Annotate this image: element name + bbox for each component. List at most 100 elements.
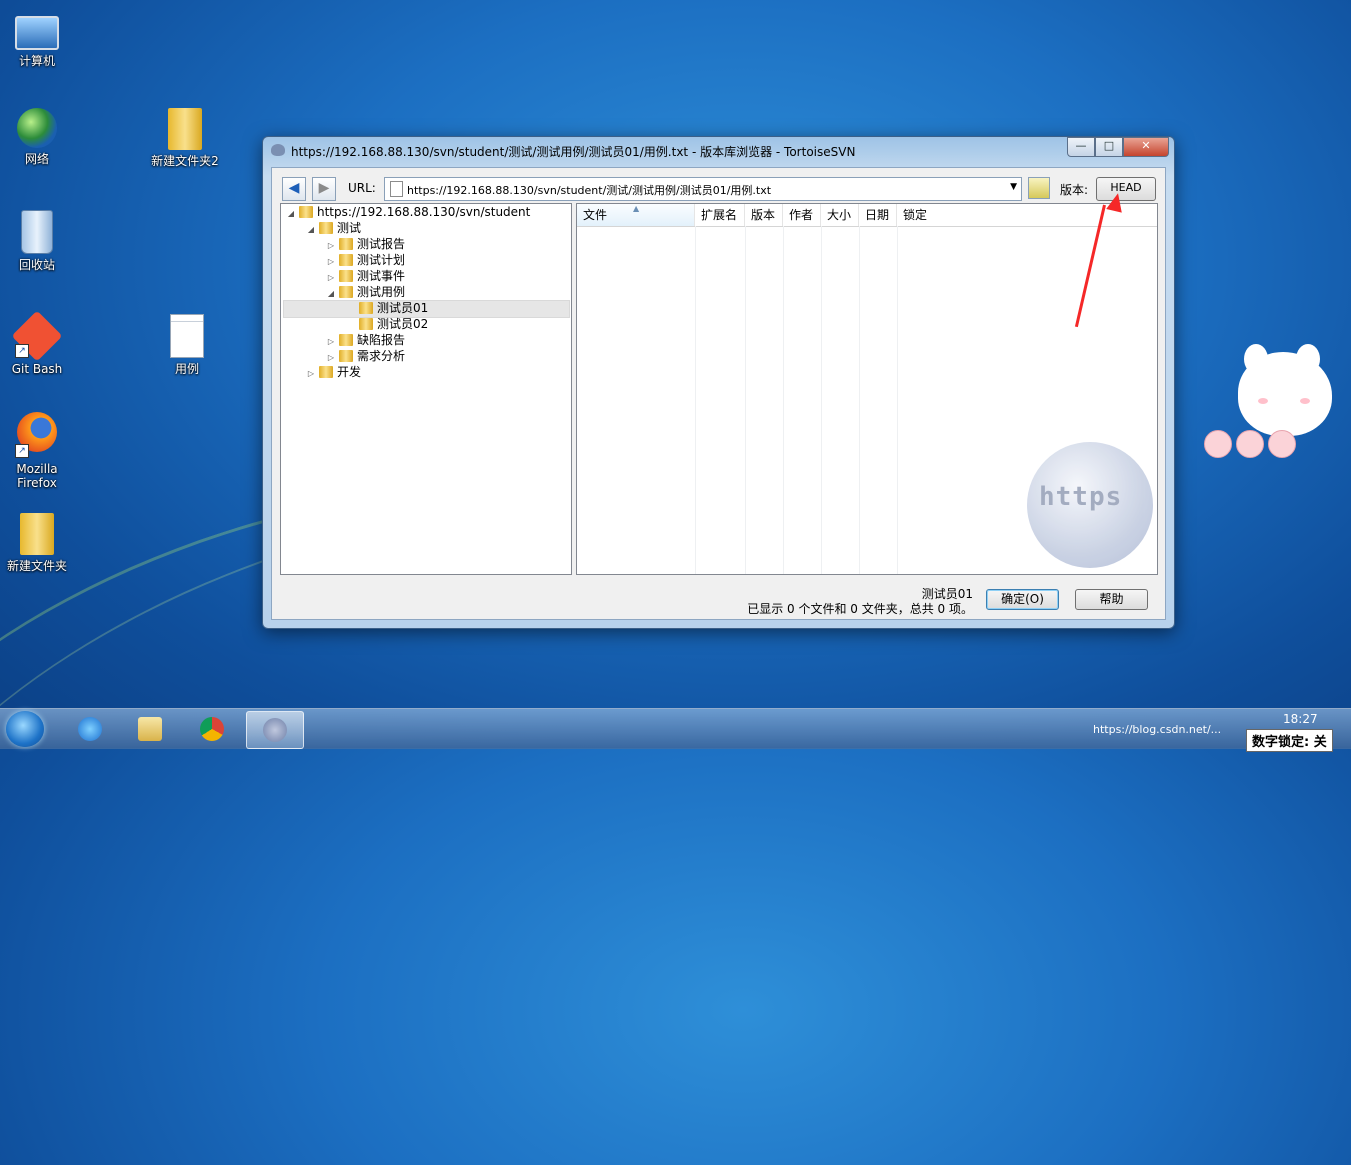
- file-explorer-icon: [138, 717, 162, 741]
- tree-node-label: 缺陷报告: [357, 333, 406, 347]
- folder-icon: [319, 222, 333, 234]
- taskbar-explorer[interactable]: [122, 711, 178, 747]
- desktop-icon-label: 回收站: [18, 258, 55, 272]
- arrow-right-icon: ▶: [318, 180, 330, 196]
- network-icon: [17, 108, 57, 148]
- desktop-icon-recycle-bin[interactable]: 回收站: [0, 210, 74, 273]
- column-header-extension[interactable]: 扩展名: [695, 204, 745, 226]
- file-list[interactable]: 文件 ▲ 扩展名 版本 作者 大小 日期 锁定 https: [576, 203, 1158, 575]
- numlock-indicator: 数字锁定: 关: [1246, 729, 1333, 752]
- url-combobox[interactable]: https://192.168.88.130/svn/student/测试/测试…: [384, 177, 1022, 201]
- desktop-icon-label: 计算机: [18, 54, 55, 68]
- text-file-icon: [170, 314, 204, 358]
- folder-icon: [339, 286, 353, 298]
- column-header-revision[interactable]: 版本: [745, 204, 783, 226]
- recycle-bin-icon: [21, 210, 53, 254]
- tree-node[interactable]: 测试员02: [345, 316, 428, 332]
- column-header-date[interactable]: 日期: [859, 204, 897, 226]
- tree-node-label: 测试用例: [357, 285, 406, 299]
- desktop-icon-network[interactable]: 网络: [0, 108, 74, 167]
- computer-icon: [15, 16, 59, 50]
- tree-node[interactable]: ▷ 缺陷报告: [325, 332, 405, 348]
- refresh-button[interactable]: [1028, 177, 1050, 199]
- tree-node-label: 测试事件: [357, 269, 406, 283]
- tree-node[interactable]: ◢ 测试用例: [325, 284, 405, 300]
- tree-node[interactable]: ▷ 开发: [305, 364, 361, 380]
- tree-node-label: https://192.168.88.130/svn/student: [317, 205, 531, 219]
- tree-node-selected[interactable]: 测试员01: [345, 300, 428, 316]
- desktop-icon-git-bash[interactable]: ↗ Git Bash: [0, 310, 74, 376]
- expanded-triangle-icon[interactable]: ◢: [325, 286, 337, 302]
- tree-node-label: 测试员01: [377, 301, 429, 315]
- tree-node-label: 测试员02: [377, 317, 429, 331]
- taskbar-clock[interactable]: 18:27: [1283, 712, 1318, 726]
- forward-button[interactable]: ▶: [312, 177, 336, 201]
- expanded-triangle-icon[interactable]: ◢: [285, 206, 297, 222]
- title-bar[interactable]: https://192.168.88.130/svn/student/测试/测试…: [263, 137, 1174, 163]
- column-header-file[interactable]: 文件 ▲: [577, 204, 695, 226]
- column-header-lock[interactable]: 锁定: [897, 204, 957, 226]
- chevron-down-icon[interactable]: ▼: [1010, 182, 1017, 192]
- folder-icon: [319, 366, 333, 378]
- close-button[interactable]: ✕: [1123, 137, 1169, 157]
- tree-node[interactable]: ▷ 需求分析: [325, 348, 405, 364]
- tree-node-label: 测试: [337, 221, 362, 235]
- taskbar: https://blog.csdn.net/... 18:27 数字锁定: 关: [0, 708, 1351, 752]
- tree-node-label: 开发: [337, 365, 362, 379]
- url-label: URL:: [348, 181, 376, 195]
- start-button[interactable]: [6, 711, 44, 747]
- tree-node[interactable]: ◢ 测试: [305, 220, 361, 236]
- taskbar-tortoisesvn[interactable]: [246, 711, 304, 749]
- desktop-icon-label: 新建文件夹: [6, 559, 67, 573]
- dialog-client: ◀ ▶ URL: https://192.168.88.130/svn/stud…: [271, 167, 1166, 620]
- revision-head-button[interactable]: HEAD: [1096, 177, 1156, 201]
- shortcut-arrow-icon: ↗: [15, 444, 29, 458]
- tree-node-label: 需求分析: [357, 349, 406, 363]
- desktop-icon-yongli-file[interactable]: 用例: [150, 314, 224, 377]
- desktop-icon-new-folder[interactable]: 新建文件夹: [0, 513, 74, 574]
- desktop-icon-label: Git Bash: [11, 362, 63, 376]
- status-summary: 已显示 0 个文件和 0 文件夹，总共 0 项。: [747, 602, 973, 616]
- folder-icon: [20, 513, 54, 555]
- url-input[interactable]: https://192.168.88.130/svn/student/测试/测试…: [407, 182, 771, 198]
- url-toolbar: ◀ ▶ URL: https://192.168.88.130/svn/stud…: [282, 177, 1156, 201]
- pig-icon: [1204, 430, 1232, 458]
- pig-stickers: [1202, 430, 1336, 460]
- desktop-icon-label: Mozilla Firefox: [16, 462, 58, 490]
- shortcut-arrow-icon: ↗: [15, 344, 29, 358]
- system-tray-text: https://blog.csdn.net/...: [1093, 723, 1222, 736]
- column-header-size[interactable]: 大小: [821, 204, 859, 226]
- help-button[interactable]: 帮助: [1075, 589, 1148, 610]
- tree-node[interactable]: ▷ 测试计划: [325, 252, 405, 268]
- folder-icon: [359, 318, 373, 330]
- ok-button[interactable]: 确定(O): [986, 589, 1059, 610]
- taskbar-chrome[interactable]: [184, 711, 240, 747]
- desktop-icon-firefox[interactable]: ↗ Mozilla Firefox: [0, 412, 74, 490]
- pig-icon: [1268, 430, 1296, 458]
- folder-icon: [359, 302, 373, 314]
- folder-icon: [339, 350, 353, 362]
- expanded-triangle-icon[interactable]: ◢: [305, 222, 317, 238]
- sort-ascending-icon: ▲: [633, 204, 640, 213]
- tree-node-root[interactable]: ◢ https://192.168.88.130/svn/student: [285, 204, 530, 220]
- desktop-icon-computer[interactable]: 计算机: [0, 8, 74, 69]
- repo-browser-window: https://192.168.88.130/svn/student/测试/测试…: [262, 136, 1175, 629]
- desktop-icon-label: 新建文件夹2: [151, 154, 219, 168]
- tree-node[interactable]: ▷ 测试报告: [325, 236, 405, 252]
- window-title: https://192.168.88.130/svn/student/测试/测试…: [291, 145, 856, 159]
- minimize-button[interactable]: —: [1067, 137, 1095, 157]
- tree-node[interactable]: ▷ 测试事件: [325, 268, 405, 284]
- repository-tree[interactable]: ◢ https://192.168.88.130/svn/student ◢ 测试 …: [280, 203, 572, 575]
- tortoisesvn-icon: [271, 144, 285, 156]
- column-header-author[interactable]: 作者: [783, 204, 821, 226]
- collapsed-triangle-icon[interactable]: ▷: [305, 366, 317, 382]
- taskbar-ie[interactable]: [62, 711, 118, 747]
- tree-node-label: 测试计划: [357, 253, 406, 267]
- chrome-icon: [200, 717, 224, 741]
- back-button[interactable]: ◀: [282, 177, 306, 201]
- revision-label: 版本:: [1060, 183, 1089, 197]
- maximize-button[interactable]: □: [1095, 137, 1123, 157]
- folder-icon: [339, 238, 353, 250]
- desktop-icon-new-folder-2[interactable]: 新建文件夹2: [148, 108, 222, 169]
- folder-icon: [339, 270, 353, 282]
